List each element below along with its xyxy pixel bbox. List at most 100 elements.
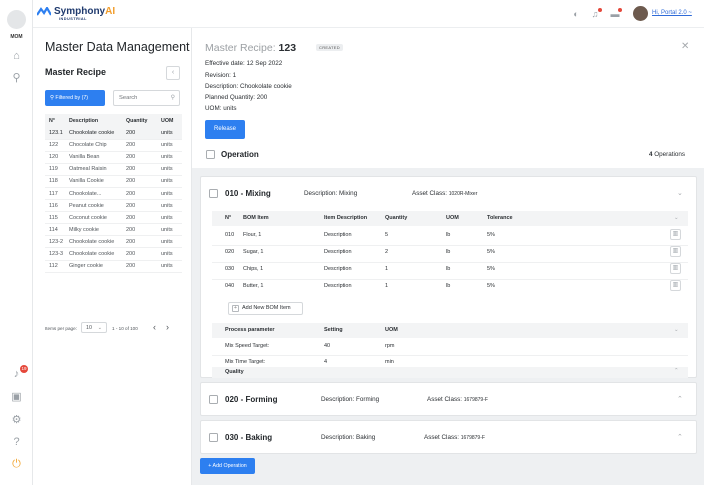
table-row[interactable]: 112 Ginger cookie 200 units (45, 260, 182, 273)
cell-quantity: 200 (122, 163, 157, 176)
bom-cell-no: 040 (225, 283, 235, 289)
table-row[interactable]: 118 Vanilla Cookie 200 units (45, 175, 182, 188)
chevron-down-icon[interactable]: ⌄ (674, 327, 679, 333)
home-icon[interactable]: ⌂ (10, 50, 23, 63)
settings-icon[interactable]: ⚙ (10, 414, 23, 427)
operation-card-forming[interactable]: 020 - Forming Description: Forming Asset… (200, 382, 697, 416)
items-per-page-select[interactable]: 10 ⌄ (81, 322, 107, 333)
bom-cell-no: 030 (225, 266, 235, 272)
cell-description: Chookolate cookie (65, 235, 122, 249)
row-divider (212, 355, 688, 356)
chevron-down-icon[interactable]: ⌄ (674, 215, 679, 221)
delete-icon[interactable]: ▥ (670, 246, 681, 257)
search-icon[interactable]: ⚲ (171, 94, 175, 101)
table-row[interactable]: 123-2 Chookolate cookie 200 units (45, 235, 182, 249)
cell-no: 122 (45, 139, 65, 152)
cell-description: Coconut cookie (65, 211, 122, 225)
help-icon[interactable]: ? (10, 436, 23, 449)
bom-cell-item: Chips, 1 (243, 266, 264, 272)
release-button[interactable]: Release (205, 120, 245, 139)
plus-icon: + (232, 305, 239, 312)
chevron-up-icon[interactable]: ⌃ (677, 395, 683, 403)
cell-uom: units (157, 211, 182, 225)
bom-cell-quantity: 1 (385, 283, 389, 289)
page-title: Master Data Management (45, 40, 190, 54)
table-row[interactable]: 115 Coconut cookie 200 units (45, 211, 182, 225)
cell-uom: units (157, 223, 182, 237)
table-row[interactable]: 123-3 Chookolate cookie 200 units (45, 247, 182, 261)
delete-icon[interactable]: ▥ (670, 280, 681, 291)
operation-description: Description: Baking (321, 434, 376, 441)
operation-card-mixing: 010 - Mixing Description: Mixing Asset C… (200, 176, 697, 378)
bom-cell-item: Sugar, 1 (243, 249, 264, 255)
cell-quantity: 200 (122, 127, 157, 140)
collapse-panel-button[interactable]: ‹ (166, 66, 180, 80)
operation-checkbox[interactable] (209, 189, 218, 198)
chevron-up-icon[interactable]: ⌃ (674, 368, 679, 374)
col-header-no[interactable]: N° (45, 114, 65, 127)
select-all-checkbox[interactable] (206, 150, 215, 159)
bom-cell-description: Description (324, 283, 352, 289)
search-input[interactable] (114, 91, 164, 105)
search-icon[interactable]: ⚲ (10, 72, 23, 85)
bom-cell-tolerance: 5% (487, 232, 495, 238)
recipe-detail-panel: Master Recipe: 123 CREATED ✕ Effective d… (192, 28, 704, 485)
delete-icon[interactable]: ▥ (670, 263, 681, 274)
add-bom-item-button[interactable]: + Add New BOM Item (228, 302, 303, 315)
table-row[interactable]: 117 Chookolate... 200 units (45, 187, 182, 201)
chevron-down-icon[interactable]: ⌄ (677, 189, 683, 197)
operation-name: 010 - Mixing (225, 189, 271, 198)
cell-no: 115 (45, 211, 65, 225)
cell-description: Chookolate cookie (65, 127, 122, 140)
planned-quantity: Planned Quantity: 200 (205, 94, 268, 101)
prev-page-icon[interactable]: ‹ (153, 322, 156, 332)
bom-col-no: N° (225, 215, 232, 221)
brand-subtitle: INDUSTRIAL (59, 17, 87, 21)
bom-table-header: N° BOM Item Item Description Quantity UO… (212, 211, 688, 226)
operation-card-baking[interactable]: 030 - Baking Description: Baking Asset C… (200, 420, 697, 454)
user-avatar[interactable] (633, 6, 648, 21)
table-row[interactable]: 119 Oatmeal Raisin 200 units (45, 163, 182, 176)
power-icon[interactable]: ⏻ (10, 458, 23, 471)
table-row[interactable]: 116 Peanut cookie 200 units (45, 199, 182, 213)
bom-col-description: Item Description (324, 215, 368, 221)
bom-cell-tolerance: 5% (487, 266, 495, 272)
chevron-up-icon[interactable]: ⌃ (677, 433, 683, 441)
paginator: Items per page: 10 ⌄ 1 - 10 of 100 ‹ › (45, 322, 185, 334)
next-page-icon[interactable]: › (166, 322, 169, 332)
app-avatar[interactable] (7, 10, 26, 29)
operation-checkbox[interactable] (209, 433, 218, 442)
bom-cell-description: Description (324, 249, 352, 255)
notification-dot (598, 8, 602, 12)
table-row[interactable]: 123.1 Chookolate cookie 200 units (45, 127, 182, 140)
col-header-quantity[interactable]: Quantity (122, 114, 157, 127)
col-header-description[interactable]: Description (65, 114, 122, 127)
cell-quantity: 200 (122, 211, 157, 225)
search-field[interactable]: ⚲ (113, 90, 180, 106)
bom-cell-quantity: 1 (385, 266, 389, 272)
box-icon[interactable]: ▣ (10, 391, 23, 404)
operation-asset-class: Asset Class: 1679879-F (424, 434, 485, 441)
col-header-uom[interactable]: UOM (157, 114, 182, 127)
close-icon[interactable]: ✕ (681, 41, 689, 52)
bom-col-uom: UOM (446, 215, 459, 221)
table-row[interactable]: 120 Vanilla Bean 200 units (45, 151, 182, 164)
operation-asset-class: Asset Class: 1020R-Mixer (412, 190, 478, 197)
recipe-table: N° Description Quantity UOM 123.1 Chookol… (45, 114, 182, 273)
quality-header[interactable]: Quality ⌃ (212, 367, 688, 378)
param-uom: min (385, 359, 394, 365)
user-menu-link[interactable]: Hi, Portal 2.0 ~ (652, 10, 692, 16)
delete-icon[interactable]: ▥ (670, 229, 681, 240)
filter-button[interactable]: ⚲ Filtered by (7) (45, 90, 105, 106)
row-divider (212, 245, 688, 246)
operation-checkbox[interactable] (209, 395, 218, 404)
theme-icon[interactable]: ◐ (571, 9, 581, 19)
quality-label: Quality (225, 369, 244, 375)
cell-description: Vanilla Cookie (65, 175, 122, 188)
add-operation-button[interactable]: + Add Operation (200, 458, 255, 474)
table-row[interactable]: 114 Milky cookie 200 units (45, 223, 182, 237)
cell-uom: units (157, 187, 182, 201)
bom-cell-no: 020 (225, 249, 235, 255)
logo-mark-icon (37, 7, 51, 16)
table-row[interactable]: 122 Chocolate Chip 200 units (45, 139, 182, 152)
